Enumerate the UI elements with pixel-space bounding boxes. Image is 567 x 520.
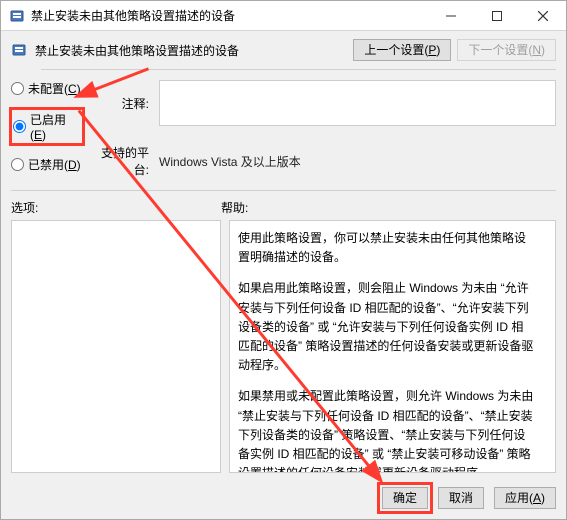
lower-section: 选项: 帮助: 使用此策略设置，你可以禁止安装未由任何其他策略设置明确描述的设备…: [1, 199, 566, 481]
window-controls: [428, 1, 566, 30]
policy-icon: [9, 8, 25, 24]
close-button[interactable]: [520, 1, 566, 30]
radio-disabled-label: 已禁用(D): [28, 156, 81, 173]
help-paragraph: 如果禁用或未配置此策略设置，则允许 Windows 为未由 “禁止安装与下列任何…: [238, 387, 535, 473]
comment-label: 注释:: [95, 95, 149, 112]
next-setting-button[interactable]: 下一个设置(N): [457, 39, 556, 61]
help-label: 帮助:: [221, 199, 248, 216]
radio-disabled[interactable]: 已禁用(D): [11, 156, 83, 173]
cancel-button[interactable]: 取消: [438, 487, 484, 509]
config-area: 未配置(C) 已启用(E) 已禁用(D) 注释: 支持的平台: Windows …: [1, 78, 566, 184]
nav-buttons: 上一个设置(P) 下一个设置(N): [353, 39, 556, 61]
policy-dialog-window: 禁止安装未由其他策略设置描述的设备 禁止安装未由其他策略设置描述的设备 上一个设…: [0, 0, 567, 520]
help-paragraph: 使用此策略设置，你可以禁止安装未由任何其他策略设置明确描述的设备。: [238, 229, 535, 267]
divider: [41, 69, 556, 70]
minimize-button[interactable]: [428, 1, 474, 30]
policy-icon: [11, 42, 27, 58]
radio-not-configured[interactable]: 未配置(C): [11, 80, 83, 97]
subheader: 禁止安装未由其他策略设置描述的设备 上一个设置(P) 下一个设置(N): [1, 31, 566, 69]
state-radio-group: 未配置(C) 已启用(E) 已禁用(D): [11, 80, 83, 178]
platform-value: Windows Vista 及以上版本: [159, 153, 301, 170]
radio-enabled-label: 已启用(E): [30, 111, 81, 142]
window-title: 禁止安装未由其他策略设置描述的设备: [31, 7, 428, 24]
options-label: 选项:: [11, 199, 221, 216]
help-content: 使用此策略设置，你可以禁止安装未由任何其他策略设置明确描述的设备。 如果启用此策…: [230, 221, 555, 473]
platform-row: 支持的平台: Windows Vista 及以上版本: [95, 144, 556, 178]
platform-label: 支持的平台:: [95, 144, 149, 178]
comment-textarea[interactable]: [159, 80, 556, 126]
radio-not-configured-input[interactable]: [11, 82, 24, 95]
radio-disabled-input[interactable]: [11, 158, 24, 171]
radio-enabled-input[interactable]: [13, 120, 26, 133]
apply-button[interactable]: 应用(A): [494, 487, 556, 509]
divider: [11, 190, 556, 191]
pane-labels: 选项: 帮助:: [11, 199, 556, 216]
maximize-button[interactable]: [474, 1, 520, 30]
help-paragraph: 如果启用此策略设置，则会阻止 Windows 为未由 “允许安装与下列任何设备 …: [238, 279, 535, 375]
ok-button[interactable]: 确定: [382, 487, 428, 509]
titlebar: 禁止安装未由其他策略设置描述的设备: [1, 1, 566, 31]
panes: 使用此策略设置，你可以禁止安装未由任何其他策略设置明确描述的设备。 如果启用此策…: [11, 220, 556, 473]
radio-not-configured-label: 未配置(C): [28, 80, 81, 97]
footer: 确定 取消 应用(A): [1, 481, 566, 519]
options-pane[interactable]: [11, 220, 221, 473]
previous-setting-button[interactable]: 上一个设置(P): [353, 39, 451, 61]
meta-area: 注释: 支持的平台: Windows Vista 及以上版本: [95, 80, 556, 178]
policy-name-label: 禁止安装未由其他策略设置描述的设备: [35, 42, 345, 59]
radio-enabled[interactable]: 已启用(E): [11, 109, 83, 144]
comment-row: 注释:: [95, 80, 556, 126]
help-pane[interactable]: 使用此策略设置，你可以禁止安装未由任何其他策略设置明确描述的设备。 如果启用此策…: [229, 220, 556, 473]
